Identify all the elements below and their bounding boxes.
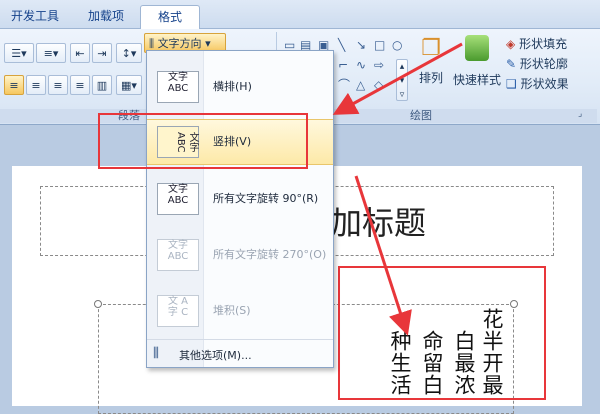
quick-style-button[interactable]: 快速样式 xyxy=(452,35,502,88)
menu-item-horizontal[interactable]: 文字 ABC 横排(H) xyxy=(147,65,333,109)
rotate-270-icon: 文字 ABC xyxy=(157,239,199,271)
shape-effect-label: 形状效果 xyxy=(520,77,569,91)
shape-diamond-icon[interactable]: ◇ xyxy=(374,79,383,91)
quick-style-icon xyxy=(465,35,489,61)
stacked-text-icon: 文 A字 C xyxy=(157,295,199,327)
text-direction-menu: 文字 ABC 横排(H) 文字ABC 竖排(V) 文字 ABC 所有文字旋转 90°… xyxy=(146,50,334,368)
shape-bracket-icon[interactable]: ⌒ xyxy=(338,79,350,91)
shape-fill-button[interactable]: ◈ 形状填充 xyxy=(506,35,567,52)
pen-icon: ✎ xyxy=(506,57,517,71)
shape-arrow-icon[interactable]: ↘ xyxy=(356,39,366,51)
tab-addins[interactable]: 加载项 xyxy=(80,5,132,27)
menu-item-label: 所有文字旋转 270°(O) xyxy=(213,248,327,261)
tab-developer-tools[interactable]: 开发工具 xyxy=(6,5,64,27)
justify-button[interactable]: ≡ xyxy=(70,75,90,95)
group-drawing-label: 绘图 xyxy=(410,109,432,122)
slide-title: 加标题 xyxy=(330,204,427,242)
menu-item-label: 横排(H) xyxy=(213,80,252,93)
highlight-box-text xyxy=(338,266,546,400)
shape-fill-label: 形状填充 xyxy=(519,37,568,51)
shape-line-icon[interactable]: ╲ xyxy=(338,39,345,51)
shape-outline-label: 形状轮廓 xyxy=(519,57,568,71)
shape-rarrow-icon[interactable]: ⇨ xyxy=(374,59,384,71)
align-left-button[interactable]: ≡ xyxy=(4,75,24,95)
numbering-button[interactable]: ≡▾ xyxy=(36,43,66,63)
quick-style-label: 快速样式 xyxy=(452,73,501,87)
chevron-down-icon: ▾ xyxy=(205,37,211,50)
columns-button[interactable]: ▦▾ xyxy=(116,75,142,95)
shape-oval-icon[interactable]: ○ xyxy=(392,39,402,51)
shape-curve-icon[interactable]: ∿ xyxy=(356,59,366,71)
menu-item-stacked: 文 A字 C 堆积(S) xyxy=(147,289,333,333)
shape-outline-button[interactable]: ✎ 形状轮廓 xyxy=(506,55,568,72)
resize-handle-top-left[interactable] xyxy=(94,300,102,308)
shape-elbow-icon[interactable]: ⌐ xyxy=(338,59,348,71)
menu-item-label: 堆积(S) xyxy=(213,304,251,317)
dialog-launcher-icon[interactable]: ⌟ xyxy=(578,109,582,119)
text-direction-label: 文字方向 xyxy=(157,37,202,50)
horizontal-text-icon: 文字 ABC xyxy=(157,71,199,103)
decrease-indent-button[interactable]: ⇤ xyxy=(70,43,90,63)
text-direction-icon: ⫼ xyxy=(149,37,155,50)
paint-bucket-icon: ◈ xyxy=(506,37,516,51)
text-direction-icon: ⫼ xyxy=(153,346,159,361)
align-right-button[interactable]: ≡ xyxy=(48,75,68,95)
menu-item-rotate-270: 文字 ABC 所有文字旋转 270°(O) xyxy=(147,233,333,277)
arrange-icon: ❐ xyxy=(421,36,441,61)
rotate-90-icon: 文字 ABC xyxy=(157,183,199,215)
distribute-button[interactable]: ▥ xyxy=(92,75,112,95)
shape-triangle-icon[interactable]: △ xyxy=(356,79,365,91)
menu-item-rotate-90[interactable]: 文字 ABC 所有文字旋转 90°(R) xyxy=(147,177,333,221)
highlight-box-vertical-option xyxy=(98,113,308,169)
effect-icon: ❑ xyxy=(506,77,517,91)
arrange-button[interactable]: ❐ 排列 xyxy=(414,35,448,86)
more-options-label: 其他选项(M)... xyxy=(179,349,252,362)
align-center-button[interactable]: ≡ xyxy=(26,75,46,95)
bullets-button[interactable]: ☰▾ xyxy=(4,43,34,63)
line-spacing-button[interactable]: ↕▾ xyxy=(116,43,142,63)
ribbon-tab-bar: 开发工具 加载项 格式 xyxy=(0,0,600,29)
shape-rect-icon[interactable]: □ xyxy=(374,39,385,51)
increase-indent-button[interactable]: ⇥ xyxy=(92,43,112,63)
menu-item-label: 所有文字旋转 90°(R) xyxy=(213,192,319,205)
menu-item-more-options[interactable]: ⫼ 其他选项(M)... xyxy=(147,339,333,368)
tab-format[interactable]: 格式 xyxy=(140,5,200,29)
shapes-gallery-more-button[interactable]: ▴ ▾ ▿ xyxy=(396,59,408,101)
shape-effect-button[interactable]: ❑ 形状效果 xyxy=(506,75,569,92)
arrange-label: 排列 xyxy=(418,71,443,85)
